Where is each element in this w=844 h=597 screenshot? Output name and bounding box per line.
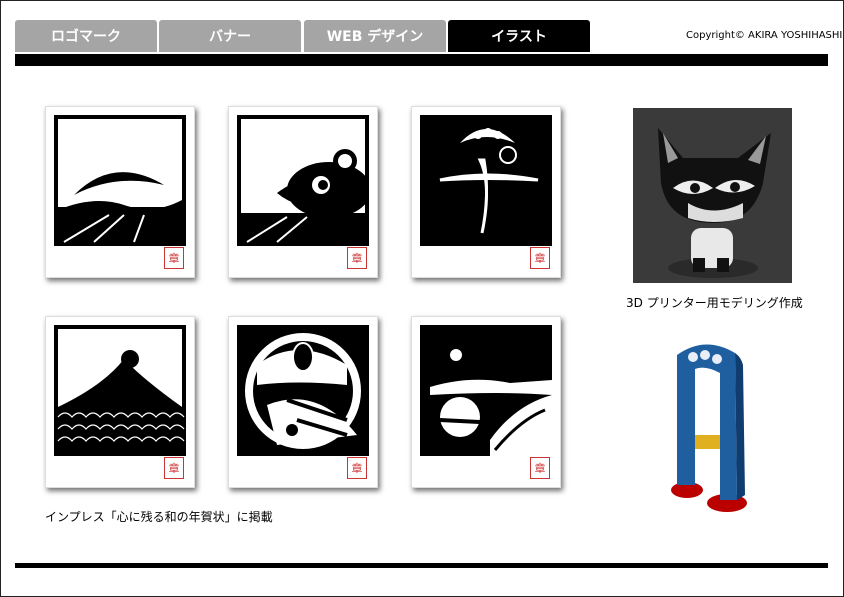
copyright-text: Copyright© AKIRA YOSHIHASHI (686, 30, 843, 41)
mount-fuji-icon (54, 325, 186, 456)
hanko-stamp-icon: 章 (347, 247, 367, 269)
footer-rule (15, 563, 828, 568)
mouse-landscape-icon (237, 115, 369, 246)
illustration-card-5[interactable]: 章 (228, 316, 378, 488)
a-shape-3d-model-image[interactable] (665, 335, 765, 525)
hanko-stamp-icon: 章 (530, 247, 550, 269)
tab-banner[interactable]: バナー (159, 20, 301, 52)
hanko-stamp-icon: 章 (164, 457, 184, 479)
moon-landscape-icon (54, 115, 186, 246)
hanko-stamp-icon: 章 (530, 457, 550, 479)
cat-3d-icon (633, 108, 792, 283)
sun-kanji-icon (420, 115, 552, 246)
cat-3d-model-image[interactable] (633, 108, 792, 283)
illustration-card-3[interactable]: 章 (411, 106, 561, 278)
gallery-caption: インプレス「心に残る和の年賀状」に掲載 (45, 510, 273, 524)
illustration-card-6[interactable]: 章 (411, 316, 561, 488)
hanko-stamp-icon: 章 (347, 457, 367, 479)
illustration-card-2[interactable]: 章 (228, 106, 378, 278)
tab-illustration[interactable]: イラスト (448, 20, 590, 52)
moon-cliff-icon (420, 325, 552, 456)
header-rule (15, 54, 828, 66)
circle-scene-icon (237, 325, 369, 456)
tab-web-design[interactable]: WEB デザイン (304, 20, 446, 52)
tab-logo-mark[interactable]: ロゴマーク (15, 20, 157, 52)
cat-model-caption: 3D プリンター用モデリング作成 (626, 296, 803, 310)
illustration-card-4[interactable]: 章 (45, 316, 195, 488)
hanko-stamp-icon: 章 (164, 247, 184, 269)
illustration-card-1[interactable]: 章 (45, 106, 195, 278)
a-shape-3d-icon (671, 344, 747, 512)
